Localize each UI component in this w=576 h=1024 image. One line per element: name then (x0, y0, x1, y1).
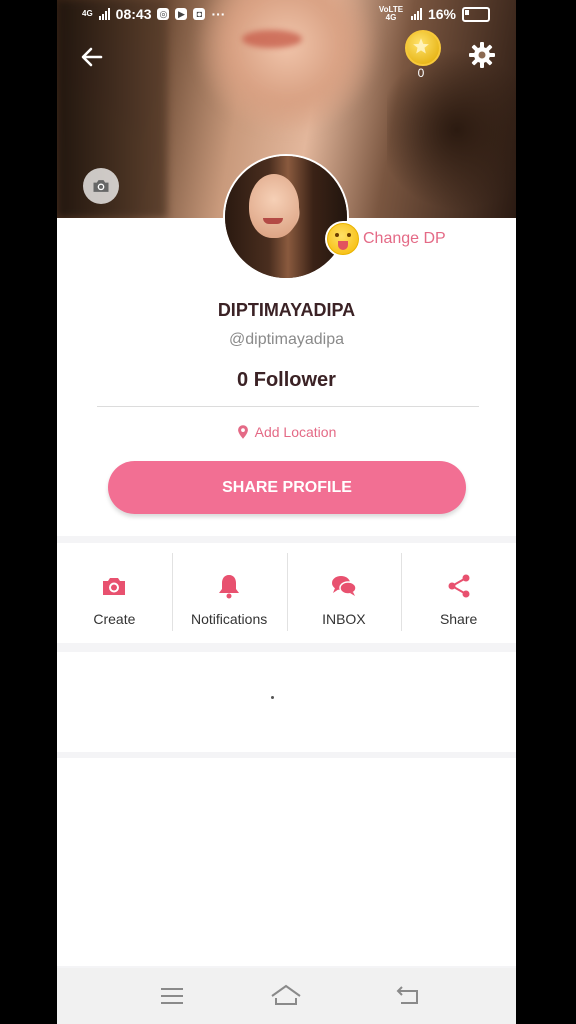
create-button[interactable]: Create (57, 543, 172, 643)
settings-button[interactable] (467, 40, 497, 70)
create-label: Create (93, 611, 136, 627)
signal-icon (98, 8, 110, 20)
coin-count: 0 (417, 66, 425, 80)
more-notifications-icon: ··· (211, 6, 226, 22)
inbox-button[interactable]: INBOX (286, 543, 402, 643)
user-handle: @diptimayadipa (229, 331, 344, 348)
share-profile-button[interactable]: SHARE PROFILE (108, 461, 466, 514)
system-nav-bar (57, 968, 516, 1024)
back-icon (396, 986, 418, 1004)
menu-icon (161, 988, 183, 1004)
network-right: VoLTE 4G (378, 5, 404, 22)
inbox-label: INBOX (322, 611, 366, 627)
back-button[interactable] (77, 42, 107, 72)
display-name: DIPTIMAYADIPA (217, 300, 356, 320)
camera-icon (93, 180, 109, 192)
content-panel (57, 652, 516, 752)
signal-icon-2 (410, 8, 422, 20)
notifications-label: Notifications (190, 611, 268, 627)
back-nav-button[interactable] (393, 982, 423, 1010)
divider (97, 406, 479, 407)
back-arrow-icon (81, 47, 103, 67)
avatar[interactable] (223, 154, 349, 280)
change-dp-button[interactable]: Change DP (325, 221, 454, 257)
loading-indicator (271, 696, 274, 699)
notifications-button[interactable]: Notifications (171, 543, 287, 643)
network-left: 4G (82, 9, 93, 18)
instagram-icon: ◘ (193, 8, 206, 20)
app-screen: 4G 08:43 ◎ ▶ ◘ ··· VoLTE 4G 16% 0 Change… (57, 0, 516, 1024)
battery-percent: 16% (427, 6, 456, 22)
add-location-link[interactable]: Add Location (57, 424, 516, 440)
youtube-icon: ▶ (175, 8, 188, 20)
home-icon (271, 984, 301, 1005)
follower-count[interactable]: 0 Follower (57, 369, 516, 392)
chat-bubbles-icon (331, 576, 357, 596)
battery-icon (462, 6, 490, 22)
share-icon (448, 574, 470, 598)
menu-button[interactable] (157, 982, 187, 1010)
home-button[interactable] (270, 982, 301, 1010)
status-bar: 4G 08:43 ◎ ▶ ◘ ··· VoLTE 4G 16% (57, 6, 516, 28)
tongue-emoji-icon (327, 223, 359, 255)
change-cover-button[interactable] (83, 168, 119, 204)
gear-icon (469, 42, 495, 68)
location-pin-icon (237, 425, 248, 439)
clock: 08:43 (115, 6, 152, 22)
whatsapp-icon: ◎ (157, 8, 170, 20)
add-location-label: Add Location (254, 424, 337, 440)
camera-icon (103, 578, 126, 595)
share-button[interactable]: Share (401, 543, 516, 643)
share-label: Share (439, 611, 478, 627)
bell-icon (219, 575, 240, 599)
empty-area (57, 758, 516, 966)
change-dp-label: Change DP (363, 230, 446, 247)
coin-icon[interactable] (405, 30, 441, 66)
action-row: Create Notifications INBOX Share (57, 543, 516, 643)
